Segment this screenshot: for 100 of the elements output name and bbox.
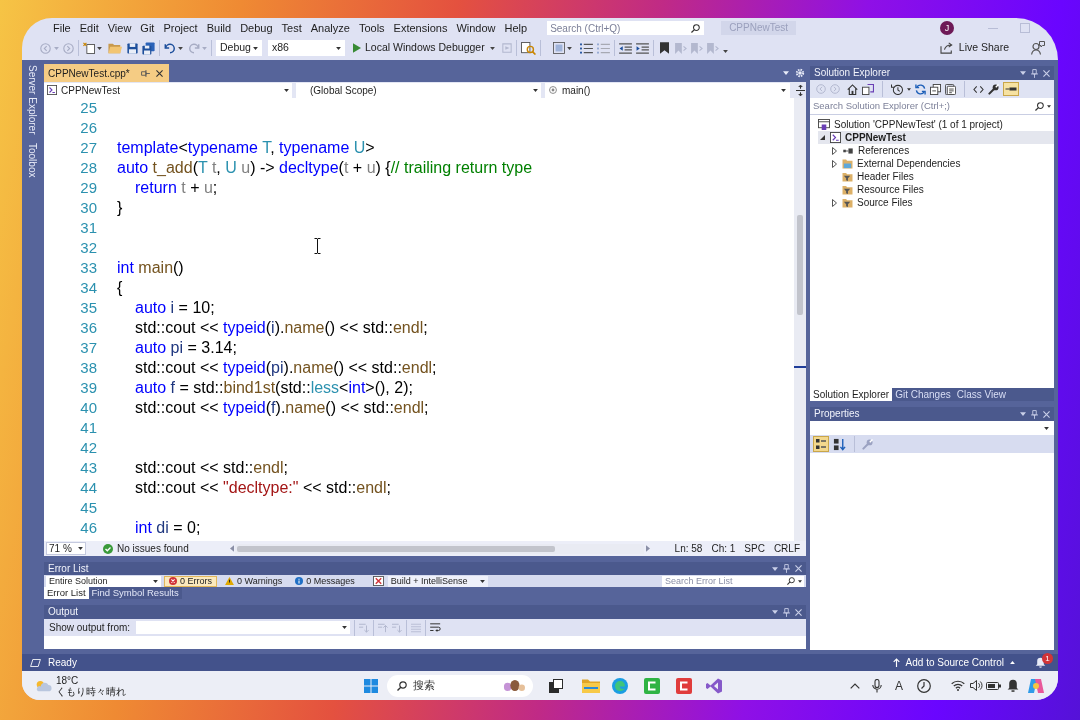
feedback-icon[interactable]: [1031, 41, 1045, 55]
clock-icon[interactable]: [917, 678, 931, 693]
windows-start-icon[interactable]: [364, 678, 378, 693]
caret-icon[interactable]: [566, 46, 572, 50]
search-field[interactable]: Search (Ctrl+Q): [547, 21, 705, 35]
side-tab[interactable]: Server Explorer: [26, 65, 38, 135]
caret-icon[interactable]: [1044, 426, 1049, 430]
search-icon[interactable]: [397, 680, 407, 691]
editor-tab[interactable]: CPPNewTest.cpp*: [44, 64, 169, 82]
menu-item[interactable]: Debug: [240, 21, 273, 35]
caret-icon[interactable]: [781, 88, 786, 92]
line-ending-indicator[interactable]: CRLF: [773, 541, 800, 556]
menu-item[interactable]: View: [107, 21, 132, 35]
caret-icon[interactable]: [336, 46, 341, 50]
save-icon[interactable]: [127, 42, 138, 54]
list-icon[interactable]: [579, 42, 593, 54]
outdent-icon[interactable]: [618, 42, 632, 54]
microphone-icon[interactable]: [872, 678, 882, 693]
panel-tab[interactable]: Git Changes: [892, 388, 954, 401]
filter-icon[interactable]: [372, 576, 384, 586]
filter-button[interactable]: 0 Errors: [164, 575, 217, 587]
zoom-dropdown[interactable]: 71 %: [46, 542, 86, 555]
bookmark-icon[interactable]: [659, 42, 669, 54]
run-button[interactable]: Local Windows Debugger: [351, 39, 487, 57]
history-icon[interactable]: [891, 83, 903, 95]
column-indicator[interactable]: Ch: 1: [711, 541, 736, 556]
caret-icon[interactable]: [153, 579, 158, 583]
wifi-icon[interactable]: [951, 680, 965, 691]
search-icon[interactable]: [787, 577, 795, 585]
line-indicator[interactable]: Ln: 58: [674, 541, 703, 556]
caret-icon[interactable]: [178, 46, 183, 50]
platform-dropdown[interactable]: x86: [268, 40, 345, 56]
tree-item[interactable]: Header Files: [830, 170, 1054, 183]
speaker-icon[interactable]: [970, 680, 983, 691]
caret-icon[interactable]: [533, 88, 538, 92]
tree-item[interactable]: Resource Files: [830, 183, 1054, 196]
menu-item[interactable]: Build: [206, 21, 232, 35]
menu-item[interactable]: Window: [456, 21, 496, 35]
save-all-icon[interactable]: [142, 41, 155, 55]
gear-icon[interactable]: [795, 68, 805, 78]
notification-bell-icon[interactable]: [1007, 679, 1019, 692]
menu-item[interactable]: Analyze: [310, 21, 350, 35]
caret-icon[interactable]: [798, 579, 802, 583]
scope-dropdown[interactable]: Entire Solution: [46, 575, 161, 587]
side-tab[interactable]: Toolbox: [26, 143, 38, 178]
live-share-button[interactable]: Live Share: [939, 39, 1009, 57]
search-icon[interactable]: [691, 23, 701, 33]
member-dropdown[interactable]: main(): [545, 82, 790, 98]
horizontal-scrollbar[interactable]: [234, 543, 644, 554]
visual-studio-app-icon[interactable]: [706, 677, 722, 694]
source-control-button[interactable]: Add to Source Control: [892, 655, 1015, 670]
panel-tab[interactable]: Class View: [953, 388, 1010, 401]
collapsed-arrow-icon[interactable]: [832, 146, 837, 155]
close-icon[interactable]: [155, 69, 163, 77]
copilot-icon[interactable]: [1027, 677, 1045, 694]
caret-icon[interactable]: [1047, 104, 1051, 108]
caret-icon[interactable]: [907, 87, 911, 91]
show-all-files-icon[interactable]: [945, 83, 956, 95]
overflow-caret-icon[interactable]: [722, 49, 728, 53]
folder-app-icon[interactable]: [582, 678, 600, 693]
wrench-icon[interactable]: [988, 83, 999, 95]
scrollbar-thumb[interactable]: [236, 545, 555, 552]
categorized-view-icon[interactable]: [813, 436, 829, 452]
browser-app-icon[interactable]: [612, 677, 628, 694]
source-dropdown[interactable]: Build + IntelliSense: [387, 575, 488, 587]
caret-icon[interactable]: [489, 46, 495, 50]
search-field[interactable]: 搜索: [387, 674, 533, 697]
whitespace-indicator[interactable]: SPC: [744, 541, 765, 556]
menu-item[interactable]: Project: [163, 21, 198, 35]
project-dropdown[interactable]: CPPNewTest: [44, 82, 292, 98]
code-icon[interactable]: [973, 85, 984, 93]
battery-icon[interactable]: [986, 680, 1002, 691]
browse-icon[interactable]: [520, 41, 536, 55]
collapsed-arrow-icon[interactable]: [832, 198, 837, 207]
tree-item[interactable]: References: [830, 144, 1054, 157]
collapse-all-icon[interactable]: [930, 83, 941, 95]
menu-item[interactable]: Extensions: [393, 21, 448, 35]
configuration-dropdown[interactable]: Debug: [216, 40, 262, 56]
menu-item[interactable]: Edit: [79, 21, 99, 35]
caret-icon[interactable]: [97, 46, 102, 50]
caret-icon[interactable]: [284, 88, 289, 92]
bell-icon[interactable]: [1035, 657, 1046, 668]
switch-views-icon[interactable]: [862, 83, 874, 95]
split-icon[interactable]: [796, 84, 805, 96]
task-view-icon[interactable]: [549, 678, 563, 693]
menu-item[interactable]: Test: [281, 21, 302, 35]
menu-item[interactable]: Tools: [358, 21, 385, 35]
c-app-icon[interactable]: [644, 677, 660, 694]
c-app-icon[interactable]: [676, 677, 692, 694]
chevron-up-icon[interactable]: [850, 682, 860, 689]
new-item-icon[interactable]: [83, 42, 95, 54]
scope-dropdown[interactable]: (Global Scope): [296, 82, 541, 98]
caret-icon[interactable]: [78, 547, 83, 550]
pin-icon[interactable]: [140, 69, 150, 77]
caret-icon[interactable]: [479, 579, 485, 583]
vertical-scrollbar[interactable]: [794, 98, 806, 541]
issues-status[interactable]: No issues found: [117, 541, 189, 556]
input-mode-indicator[interactable]: A: [895, 679, 903, 692]
alphabetical-sort-icon[interactable]: [833, 437, 846, 451]
panel-tab[interactable]: Solution Explorer: [810, 388, 893, 401]
